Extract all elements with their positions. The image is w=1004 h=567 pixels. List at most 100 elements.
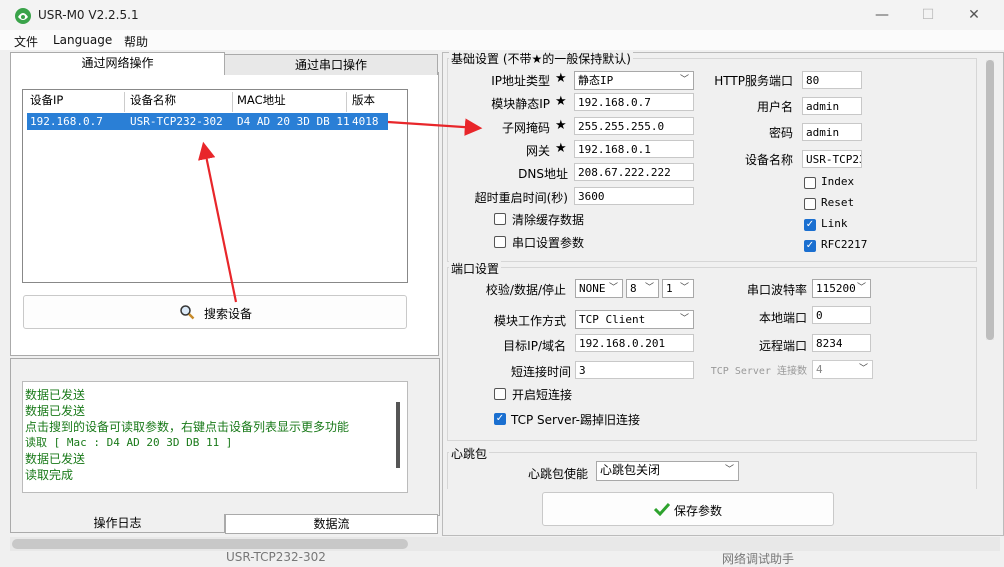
horizontal-scrollbar-thumb[interactable] [12, 539, 408, 549]
static-ip-label: 模块静态IP [491, 97, 550, 111]
column-header-mac[interactable]: MAC地址 [237, 92, 286, 108]
serial-params-label: 串口设置参数 [512, 236, 585, 250]
work-mode-select[interactable]: TCP Client ﹀ [575, 310, 694, 329]
log-scrollbar[interactable] [396, 402, 400, 468]
cell-mac: D4 AD 20 3D DB 11 [237, 115, 350, 128]
chevron-down-icon: ﹀ [679, 314, 689, 324]
log-line: 读取完成 [25, 468, 74, 482]
title-bar [0, 0, 1004, 30]
clear-cache-label: 清除缓存数据 [512, 213, 585, 227]
clear-cache-checkbox[interactable] [494, 213, 506, 225]
heartbeat-enable-select[interactable]: 心跳包关闭 ﹀ [596, 461, 739, 481]
cell-name: USR-TCP232-302 [130, 115, 223, 128]
reset-label: Reset [821, 196, 855, 209]
chevron-down-icon: ﹀ [644, 283, 654, 293]
short-conn-checkbox[interactable] [494, 388, 506, 400]
menu-help[interactable]: 帮助 [124, 33, 148, 50]
parity-value: NONE [579, 282, 606, 295]
port-settings-title: 端口设置 [449, 260, 502, 277]
short-conn-time-input[interactable]: 3 [575, 361, 694, 379]
ip-type-value: 静态IP [578, 74, 614, 87]
search-device-button[interactable]: 搜索设备 [23, 295, 407, 329]
chevron-down-icon: ﹀ [856, 283, 866, 293]
databits-select[interactable]: 8 ﹀ [626, 279, 659, 298]
chevron-down-icon: ﹀ [724, 465, 734, 475]
log-line: 数据已发送 [25, 404, 86, 418]
close-button[interactable]: ✕ [954, 4, 994, 26]
timeout-input[interactable]: 3600 [574, 187, 694, 205]
index-checkbox[interactable] [804, 177, 816, 189]
settings-scrollbar-thumb[interactable] [986, 60, 994, 340]
stopbits-select[interactable]: 1 ﹀ [662, 279, 694, 298]
parity-select[interactable]: NONE ﹀ [575, 279, 623, 298]
target-ip-label: 目标IP/域名 [503, 339, 566, 353]
databits-value: 8 [630, 282, 637, 295]
star-icon: ★ [555, 94, 567, 109]
star-icon: ★ [555, 71, 567, 86]
chevron-down-icon: ﹀ [679, 75, 689, 85]
baud-rate-select[interactable]: 115200 ﹀ [812, 279, 871, 298]
gateway-label: 网关 [525, 144, 550, 158]
search-device-label: 搜索设备 [204, 307, 253, 321]
short-conn-label: 开启短连接 [512, 388, 573, 402]
subnet-mask-label: 子网掩码 [501, 121, 550, 135]
star-icon: ★ [555, 118, 567, 133]
remote-port-label: 远程端口 [758, 339, 807, 353]
column-header-ip[interactable]: 设备IP [30, 92, 63, 108]
magnifier-icon [180, 305, 195, 320]
link-checkbox[interactable]: ✓ [804, 219, 816, 231]
password-input[interactable]: admin [802, 123, 862, 141]
background-window-text: USR-TCP232-302 [226, 550, 326, 564]
remote-port-input[interactable]: 8234 [812, 334, 871, 352]
ip-type-label: IP地址类型 [491, 74, 550, 88]
maximize-button[interactable]: ☐ [908, 4, 948, 26]
http-port-input[interactable]: 80 [802, 71, 862, 89]
serial-params-checkbox[interactable] [494, 236, 506, 248]
tab-data-stream[interactable]: 数据流 [225, 514, 438, 534]
minimize-button[interactable]: — [862, 4, 902, 26]
chevron-down-icon: ﹀ [608, 283, 618, 293]
kick-old-conn-checkbox[interactable]: ✓ [494, 413, 506, 425]
device-name-input[interactable]: USR-TCP23 [802, 150, 862, 168]
menu-file[interactable]: 文件 [14, 33, 38, 50]
rfc2217-checkbox[interactable]: ✓ [804, 240, 816, 252]
tab-operation-log[interactable]: 操作日志 [10, 514, 225, 533]
column-divider [124, 92, 125, 112]
dns-input[interactable]: 208.67.222.222 [574, 163, 694, 181]
tab-network-operation[interactable]: 通过网络操作 [10, 52, 225, 75]
column-divider [232, 92, 233, 112]
username-input[interactable]: admin [802, 97, 862, 115]
target-ip-input[interactable]: 192.168.0.201 [575, 334, 694, 352]
cell-version: 4018 [352, 115, 379, 128]
column-header-name[interactable]: 设备名称 [130, 92, 176, 108]
menu-bar [0, 30, 1004, 50]
parity-label: 校验/数据/停止 [485, 283, 566, 297]
column-divider [346, 92, 347, 112]
window-title: USR-M0 V2.2.5.1 [38, 8, 139, 22]
tab-serial-operation[interactable]: 通过串口操作 [224, 54, 438, 75]
menu-language[interactable]: Language [53, 33, 112, 47]
column-header-version[interactable]: 版本 [352, 92, 375, 108]
log-line: 数据已发送 [25, 388, 86, 402]
app-logo-icon [15, 8, 31, 24]
log-line: 点击搜到的设备可读取参数，右键点击设备列表显示更多功能 [25, 420, 350, 434]
checkmark-icon [654, 502, 670, 516]
reset-checkbox[interactable] [804, 198, 816, 210]
ip-type-select[interactable]: 静态IP ﹀ [574, 71, 694, 90]
baud-rate-label: 串口波特率 [746, 283, 807, 297]
log-line: 读取 [ Mac : D4 AD 20 3D DB 11 ] [25, 436, 233, 449]
save-params-label: 保存参数 [674, 504, 723, 518]
rfc2217-label: RFC2217 [821, 238, 868, 251]
index-label: Index [821, 175, 855, 188]
server-conn-value: 4 [816, 363, 823, 376]
gateway-input[interactable]: 192.168.0.1 [574, 140, 694, 158]
static-ip-input[interactable]: 192.168.0.7 [574, 93, 694, 111]
save-params-button[interactable]: 保存参数 [542, 492, 834, 526]
device-name-label: 设备名称 [744, 153, 793, 167]
password-label: 密码 [768, 126, 793, 140]
subnet-mask-input[interactable]: 255.255.255.0 [574, 117, 694, 135]
local-port-input[interactable]: 0 [812, 306, 871, 324]
dns-label: DNS地址 [518, 167, 568, 181]
cell-ip: 192.168.0.7 [30, 115, 103, 128]
local-port-label: 本地端口 [758, 311, 807, 325]
